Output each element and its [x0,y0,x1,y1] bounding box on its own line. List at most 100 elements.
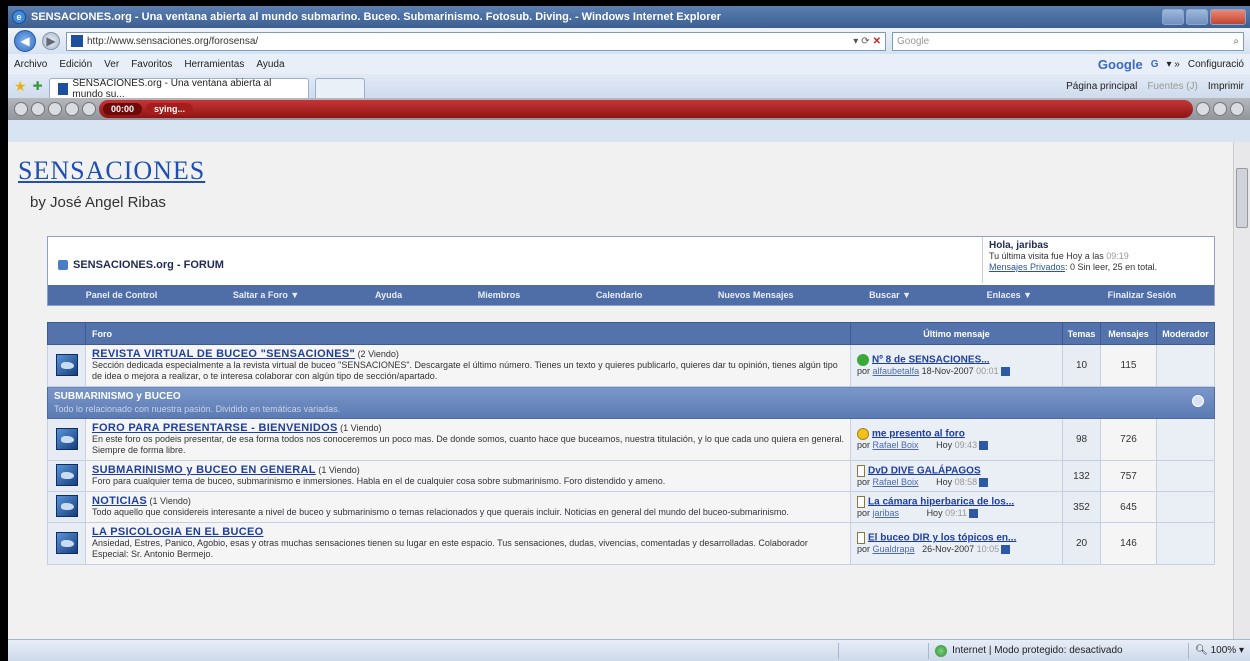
last-post-date: Hoy [926,507,943,518]
goto-last-post-icon[interactable] [979,441,989,451]
print-button[interactable]: Imprimir [1208,81,1244,92]
forum-link[interactable]: REVISTA VIRTUAL DE BUCEO "SENSACIONES" [92,348,355,360]
address-bar: ◀ ▶ http://www.sensaciones.org/forosensa… [8,28,1250,54]
forum-description: Todo aquello que considereis interesante… [92,507,789,517]
forum-navbar: Panel de Control Saltar a Foro ▼ Ayuda M… [48,285,1214,305]
scrollbar-thumb[interactable] [1236,168,1248,228]
nav-calendar[interactable]: Calendario [596,290,643,300]
private-messages-link[interactable]: Mensajes Privados [989,262,1065,272]
new-tab-button[interactable] [314,78,365,98]
tab-active[interactable]: SENSACIONES.org - Una ventana abierta al… [48,78,309,100]
last-visit-label: Tu última visita fue Hoy a las [989,251,1104,261]
site-logo[interactable]: SENSACIONES [18,156,205,186]
nav-new-posts[interactable]: Nuevos Mensajes [718,290,794,300]
media-button-icon[interactable] [14,102,28,116]
forum-icon-cell [47,418,86,461]
nav-help[interactable]: Ayuda [375,290,402,300]
vertical-scrollbar[interactable] [1233,142,1250,639]
last-post-author[interactable]: Rafael Boix [873,440,919,450]
dropdown-icon[interactable]: ▾ [853,36,858,47]
nav-panel-control[interactable]: Panel de Control [86,290,158,300]
last-post-link[interactable]: me presento al foro [872,428,965,439]
ie-icon: e [12,10,26,24]
zoom-control[interactable]: 🔍︎ 100% ▾ [1188,642,1250,659]
forum-link[interactable]: NOTICIAS [92,495,147,507]
forum-status-icon [55,464,78,486]
header-topics: Temas [1062,322,1101,345]
header-last-post: Último mensaje [850,322,1063,345]
nav-members[interactable]: Miembros [478,290,521,300]
stop-icon[interactable]: ✕ [873,36,881,47]
last-post-link[interactable]: El buceo DIR y los tópicos en... [868,532,1016,543]
forum-link[interactable]: LA PSICOLOGIA EN EL BUCEO [92,526,264,538]
menu-herramientas[interactable]: Herramientas [184,59,244,70]
media-player-bar: 00:00 sying... [99,100,1193,118]
moderator-cell [1156,522,1215,565]
maximize-button[interactable] [1186,9,1208,25]
last-post-author[interactable]: alfaubetalfa [873,366,920,376]
collapse-icon[interactable] [1192,395,1204,407]
goto-last-post-icon[interactable] [979,477,989,487]
favorites-star-icon[interactable]: ★ [14,78,27,95]
media-track: sying... [146,103,194,115]
feeds-button[interactable]: Fuentes (J) [1147,81,1198,92]
goto-last-post-icon[interactable] [1000,367,1010,377]
last-post-cell: El buceo DIR y los tópicos en... por Gua… [850,522,1063,565]
last-post-link[interactable]: La cámara hiperbarica de los... [868,496,1014,507]
forum-icon-cell [47,344,86,387]
refresh-icon[interactable]: ⟳ [861,36,869,47]
media-button-icon[interactable] [1230,102,1244,116]
forum-title-text[interactable]: SENSACIONES.org - FORUM [73,259,224,271]
last-post-link[interactable]: DvD DIVE GALÁPAGOS [868,465,981,476]
forum-link[interactable]: FORO PARA PRESENTARSE - BIENVENIDOS [92,422,338,434]
security-zone[interactable]: Internet | Modo protegido: desactivado [928,642,1188,659]
forum-link[interactable]: SUBMARINISMO y BUCEO EN GENERAL [92,464,316,476]
forum-cell: REVISTA VIRTUAL DE BUCEO "SENSACIONES" (… [85,344,851,387]
category-description: Todo lo relacionado con nuestra pasión. … [54,404,341,414]
media-button-icon[interactable] [31,102,45,116]
search-icon[interactable]: ⌕ [1233,36,1243,47]
menu-favoritos[interactable]: Favoritos [131,59,172,70]
close-button[interactable] [1210,9,1246,25]
zoom-dropdown-icon[interactable]: ▾ [1236,645,1244,656]
nav-jump-forum[interactable]: Saltar a Foro ▼ [233,290,299,300]
nav-logout[interactable]: Finalizar Sesión [1108,290,1177,300]
last-post-time: 08:58 [954,476,978,487]
last-post-author[interactable]: Gualdrapa [873,544,915,554]
menu-edicion[interactable]: Edición [59,59,92,70]
table-row: LA PSICOLOGIA EN EL BUCEO Ansiedad, Estr… [47,522,1215,565]
url-field[interactable]: http://www.sensaciones.org/forosensa/ ▾ … [66,31,886,51]
menu-ayuda[interactable]: Ayuda [256,59,284,70]
media-button-icon[interactable] [82,102,96,116]
menu-ver[interactable]: Ver [104,59,119,70]
goto-last-post-icon[interactable] [968,508,978,518]
last-post-meta: por Rafael Boix Hoy 09:43 [857,440,989,451]
config-button[interactable]: Configuració [1188,59,1244,70]
header-posts: Mensajes [1100,322,1157,345]
forum-status-icon [55,531,78,554]
forum-viewing: (2 Viendo) [357,349,399,359]
add-favorite-icon[interactable]: ✚ [33,79,43,93]
media-button-icon[interactable] [65,102,79,116]
google-options-icon[interactable]: ▾ » [1166,59,1179,70]
back-button[interactable]: ◀ [14,30,36,52]
last-post-link[interactable]: Nº 8 de SENSACIONES... [872,354,990,365]
home-button[interactable]: Página principal [1066,81,1137,92]
last-post-author[interactable]: Rafael Boix [873,477,919,487]
forward-button[interactable]: ▶ [42,32,60,50]
media-button-icon[interactable] [1196,102,1210,116]
zoom-icon: 🔍︎ [1195,645,1211,656]
menu-archivo[interactable]: Archivo [14,59,47,70]
google-search-button[interactable]: G [1151,59,1159,70]
media-button-icon[interactable] [48,102,62,116]
media-button-icon[interactable] [1213,102,1227,116]
category-name[interactable]: SUBMARINISMO y BUCEO [54,391,181,402]
search-input[interactable]: Google ⌕ [892,31,1244,51]
goto-last-post-icon[interactable] [1001,545,1011,555]
by-label: por [857,544,871,554]
minimize-button[interactable] [1162,9,1184,25]
nav-search[interactable]: Buscar ▼ [869,290,911,300]
forum-description: Foro para cualquier tema de buceo, subma… [92,476,666,486]
last-post-author[interactable]: jaribas [873,508,900,518]
nav-links[interactable]: Enlaces ▼ [987,290,1032,300]
